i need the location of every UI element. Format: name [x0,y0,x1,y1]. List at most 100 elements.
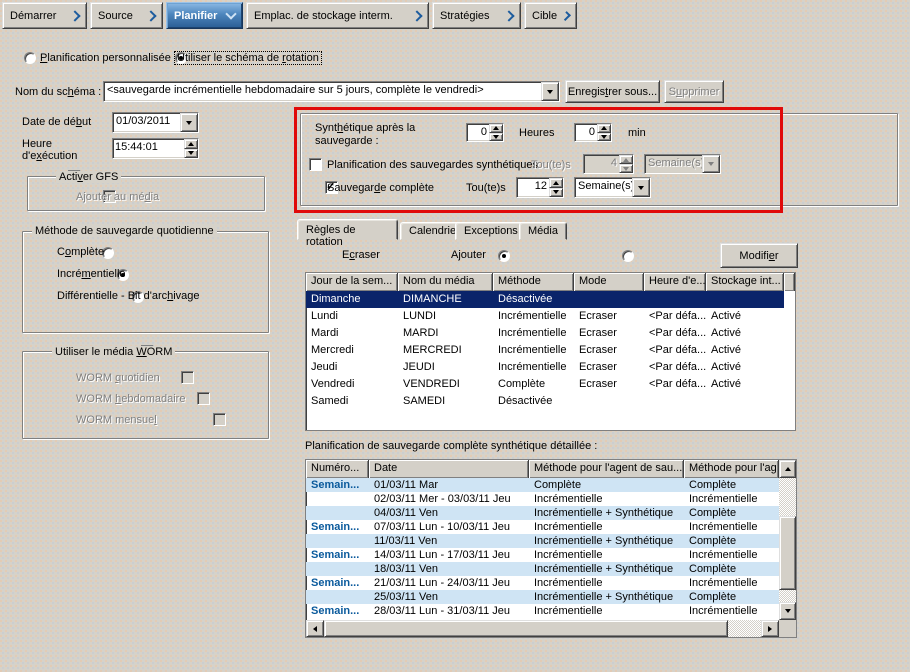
full-interval-spinner[interactable]: 12 [516,177,564,198]
append-radio[interactable] [622,250,634,262]
modify-button[interactable]: Modifier [720,243,798,268]
rotation-table-row[interactable]: MercrediMERCREDIIncrémentielleEcraser<Pa… [306,342,795,359]
synthetic-minutes-spinner[interactable]: 0 [574,123,612,142]
full-every-label: Tou(te)s [466,182,506,194]
plan-interval-spinner[interactable]: 4 [583,154,634,174]
scrollbar-thumb[interactable] [324,620,728,637]
scheme-name-label: Nom du schéma : [15,86,101,98]
scrollbar-track[interactable] [779,590,796,602]
detail-table-row[interactable]: Semain...01/03/11 MarComplèteComplète [306,478,779,492]
scroll-down-button[interactable] [779,602,796,620]
column-header[interactable]: Méthode [493,273,574,291]
full-backup-label: Sauvegarde complète [327,182,434,194]
overwrite-label: Ecraser [342,249,380,261]
spin-up-button[interactable] [597,124,611,133]
worm-weekly-checkbox[interactable]: ✓ [197,392,210,405]
full-unit-dropdown[interactable]: Semaine(s) [574,177,651,198]
scrollbar-thumb[interactable] [779,516,796,590]
detail-table-row[interactable]: 04/03/11 VenIncrémentielle + Synthétique… [306,506,779,520]
spin-down-button[interactable] [549,188,563,198]
exec-time-field[interactable]: 15:44:01 [112,138,199,159]
column-header[interactable]: Jour de la sem... [306,273,398,291]
synthetic-plan-checkbox[interactable]: ✓ [309,158,322,171]
wizard-tab-cible[interactable]: Cible [524,2,577,29]
spin-down-button[interactable] [597,133,611,142]
worm-daily-checkbox[interactable]: ✓ [181,371,194,384]
detail-table-cell [306,534,369,548]
tab-regles-de-rotation[interactable]: Règles de rotation [297,219,398,240]
rotation-table-cell: <Par défa... [644,376,706,393]
detail-table-row[interactable]: 18/03/11 VenIncrémentielle + Synthétique… [306,562,779,576]
scrollbar-track[interactable] [728,620,761,637]
method-complete-label: Complète [57,246,104,258]
spin-down-button[interactable] [184,149,198,159]
chevron-right-icon [69,10,80,21]
wizard-tab-bar: Démarrer Source Planifier Emplac. de sto… [2,2,577,29]
custom-plan-radio[interactable] [24,52,36,64]
delete-button[interactable]: Supprimer [664,80,724,103]
save-as-button[interactable]: Enregistrer sous... [565,80,660,103]
rotation-table-cell: Jeudi [306,359,398,376]
combo-dropdown-button[interactable] [541,82,559,101]
column-header[interactable]: Nom du média [398,273,493,291]
horizontal-scrollbar[interactable] [306,620,779,637]
scroll-left-button[interactable] [306,620,324,637]
rotation-table-row[interactable]: VendrediVENDREDIComplèteEcraser<Par défa… [306,376,795,393]
detail-table-row[interactable]: 25/03/11 VenIncrémentielle + Synthétique… [306,590,779,604]
column-header[interactable]: Numéro... [306,460,369,478]
detail-table-row[interactable]: Semain...28/03/11 Lun - 31/03/11 JeuIncr… [306,604,779,618]
combo-dropdown-button[interactable] [632,178,650,197]
rotation-table-row[interactable]: DimancheDIMANCHEDésactivée [306,291,784,308]
spin-up-button[interactable] [489,124,503,133]
spin-up-button[interactable] [184,139,198,149]
overwrite-radio[interactable] [498,250,510,262]
wizard-tab-emplacement[interactable]: Emplac. de stockage interm. [246,2,429,29]
time-spinner[interactable] [184,139,198,158]
wizard-tab-strategies[interactable]: Stratégies [432,2,521,29]
column-header[interactable]: Date [369,460,529,478]
worm-daily-label: WORM quotidien [76,372,160,384]
spin-up-button[interactable] [619,155,633,164]
scroll-up-button[interactable] [779,460,796,478]
detail-table-row[interactable]: Semain...07/03/11 Lun - 10/03/11 JeuIncr… [306,520,779,534]
start-date-field[interactable]: 01/03/2011 [112,112,199,133]
detail-table-row[interactable]: Semain...21/03/11 Lun - 24/03/11 JeuIncr… [306,576,779,590]
detail-table-cell: 02/03/11 Mer - 03/03/11 Jeu [369,492,529,506]
rotation-table-row[interactable]: LundiLUNDIIncrémentielleEcraser<Par défa… [306,308,795,325]
plan-unit-dropdown[interactable]: Semaine(s) [644,154,721,174]
rotation-table-cell: Activé [706,308,784,325]
rotation-table-row[interactable]: MardiMARDIIncrémentielleEcraser<Par défa… [306,325,795,342]
detail-table-row[interactable]: Semain...14/03/11 Lun - 17/03/11 JeuIncr… [306,548,779,562]
worm-monthly-checkbox[interactable]: ✓ [213,413,226,426]
column-header[interactable]: Méthode pour l'agent de sau... [529,460,684,478]
scroll-right-button[interactable] [761,620,779,637]
column-header[interactable]: Mode [574,273,644,291]
append-label: Ajouter [451,249,486,261]
start-date-label: Date de début [22,116,91,128]
spin-down-button[interactable] [489,133,503,142]
wizard-tab-source[interactable]: Source [90,2,163,29]
method-incremental-label: Incrémentielle [57,268,126,280]
combo-dropdown-button[interactable] [702,155,720,173]
date-dropdown-button[interactable] [180,113,198,132]
rotation-table-row[interactable]: JeudiJEUDIIncrémentielleEcraser<Par défa… [306,359,795,376]
scrollbar-track[interactable] [779,478,796,516]
detail-table-label: Planification de sauvegarde complète syn… [305,440,597,452]
synthetic-hours-spinner[interactable]: 0 [466,123,504,142]
tab-exceptions[interactable]: Exceptions [455,222,527,240]
column-header[interactable]: Heure d'e... [644,273,706,291]
column-header[interactable]: Stockage int... [706,273,784,291]
spin-up-button[interactable] [549,178,563,188]
detail-table-cell: Incrémentielle [529,520,684,534]
rotation-table-cell [574,291,644,308]
scheme-name-combobox[interactable]: <sauvegarde incrémentielle hebdomadaire … [103,81,560,102]
tab-media[interactable]: Média [519,222,567,240]
detail-table-row[interactable]: 11/03/11 VenIncrémentielle + Synthétique… [306,534,779,548]
spin-down-button[interactable] [619,164,633,173]
wizard-tab-demarrer[interactable]: Démarrer [2,2,87,29]
vertical-scrollbar[interactable] [779,460,796,637]
wizard-tab-planifier[interactable]: Planifier [166,2,243,29]
rotation-table-row[interactable]: SamediSAMEDIDésactivée [306,393,795,410]
detail-table-row[interactable]: 02/03/11 Mer - 03/03/11 JeuIncrémentiell… [306,492,779,506]
column-header[interactable]: Méthode pour l'ag [684,460,779,478]
